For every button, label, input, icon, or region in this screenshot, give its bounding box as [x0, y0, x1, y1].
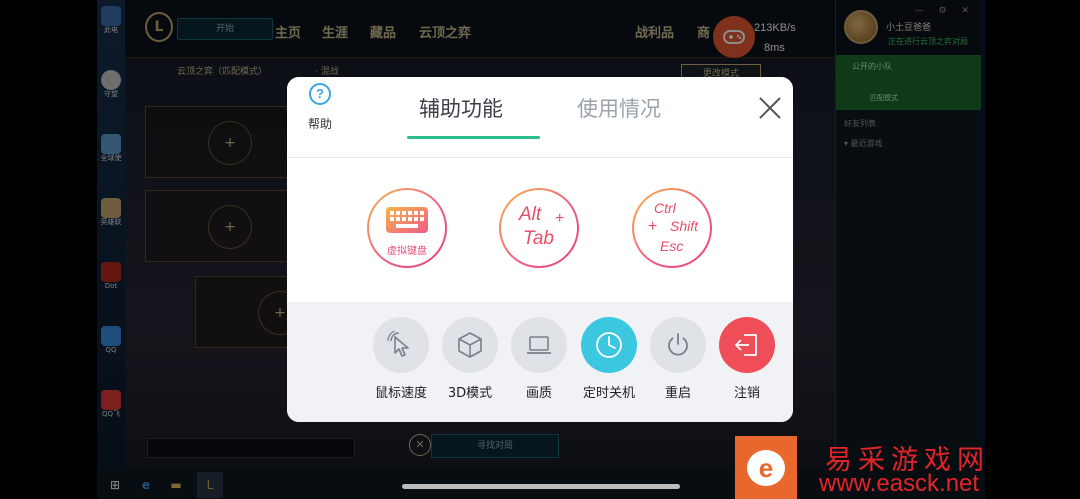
- shift-key-label: Shift: [670, 218, 699, 234]
- virtual-keyboard-label: 虚拟键盘: [387, 246, 427, 257]
- tool-row: 鼠标速度 3D模式 画质 定时关机 重启 注销: [287, 302, 793, 422]
- tab-assist[interactable]: 辅助功能: [419, 93, 503, 123]
- esc-key-label: Esc: [660, 238, 684, 254]
- logout-icon: [735, 334, 757, 356]
- alt-tab-button[interactable]: Alt + Tab: [499, 188, 579, 268]
- laptop-icon: [527, 336, 551, 354]
- tab-usage[interactable]: 使用情况: [577, 93, 661, 123]
- keyboard-icon: [386, 207, 428, 233]
- plus-sign: +: [555, 210, 565, 227]
- help-icon: ?: [309, 83, 331, 105]
- timed-shutdown-label: 定时关机: [582, 386, 635, 401]
- 3d-mode-button[interactable]: 3D模式: [435, 317, 505, 401]
- mouse-speed-label: 鼠标速度: [374, 386, 427, 401]
- plus-sign: +: [648, 218, 658, 235]
- active-tab-indicator: [407, 136, 540, 139]
- logout-button[interactable]: 注销: [712, 317, 782, 401]
- tab-key-label: Tab: [523, 228, 554, 249]
- watermark-logo-icon: e: [735, 436, 797, 499]
- cube-icon: [458, 332, 482, 358]
- dialog-header: ? 帮助 辅助功能 使用情况: [287, 77, 793, 157]
- restart-button[interactable]: 重启: [643, 317, 713, 401]
- site-watermark: e 易采游戏网 www.easck.net: [735, 436, 1035, 499]
- ctrl-key-label: Ctrl: [654, 200, 676, 216]
- home-indicator[interactable]: [402, 484, 680, 489]
- virtual-keyboard-button[interactable]: 虚拟键盘: [367, 188, 447, 268]
- alt-key-label: Alt: [519, 204, 542, 225]
- mouse-pointer-icon: [387, 331, 409, 357]
- watermark-url: www.easck.net: [819, 470, 980, 497]
- help-button[interactable]: ? 帮助: [303, 83, 337, 132]
- restart-label: 重启: [664, 386, 691, 401]
- logout-label: 注销: [733, 386, 760, 401]
- quality-label: 画质: [525, 386, 552, 401]
- help-label: 帮助: [307, 117, 332, 131]
- quality-button[interactable]: 画质: [504, 317, 574, 401]
- assist-dialog: ? 帮助 辅助功能 使用情况 虚拟键盘 Alt + Tab Ctrl + Shi…: [287, 77, 793, 422]
- timed-shutdown-button[interactable]: 定时关机: [574, 317, 644, 401]
- close-icon[interactable]: [757, 95, 783, 121]
- screen: 此电 守望 全球使 英雄联 Dot QQ QQ飞 L 开始 主页 生涯 藏品 云…: [0, 0, 1080, 499]
- 3d-mode-label: 3D模式: [447, 386, 493, 401]
- clock-icon: [596, 332, 622, 358]
- mouse-speed-button[interactable]: 鼠标速度: [366, 317, 436, 401]
- ctrl-shift-esc-button[interactable]: Ctrl + Shift Esc: [632, 188, 712, 268]
- shortcut-row: 虚拟键盘 Alt + Tab Ctrl + Shift Esc: [287, 157, 793, 302]
- power-icon: [668, 333, 688, 356]
- watermark-logo-letter: e: [747, 450, 785, 486]
